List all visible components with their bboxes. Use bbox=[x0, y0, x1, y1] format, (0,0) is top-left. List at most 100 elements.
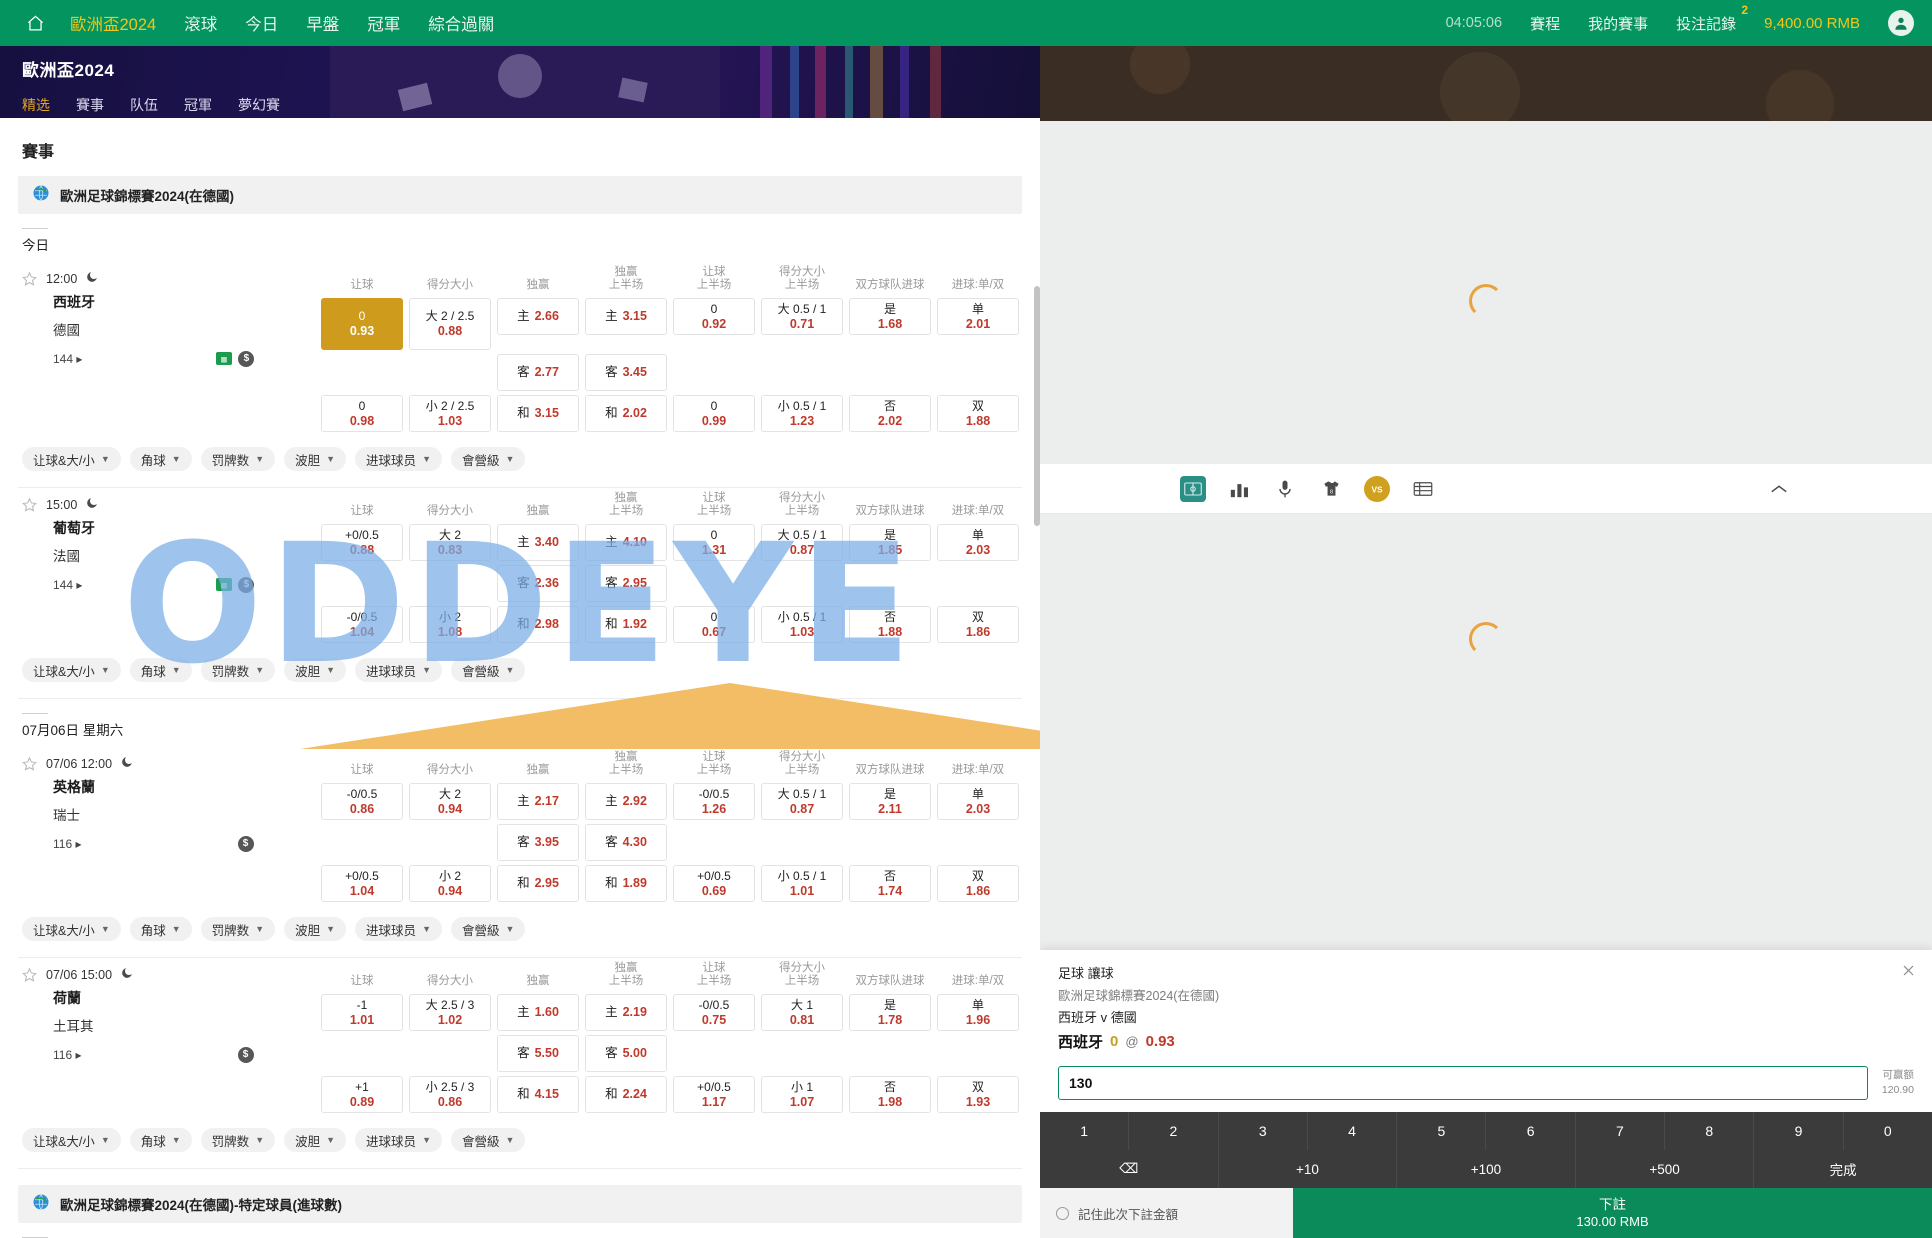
away-team-name[interactable]: 法國 bbox=[22, 541, 318, 568]
key-0[interactable]: 0 bbox=[1844, 1112, 1932, 1150]
odds-button[interactable]: 是 1.85 bbox=[849, 524, 931, 561]
more-markets-count[interactable]: 116 ▸ bbox=[53, 837, 82, 851]
filter-chip-corners[interactable]: 角球 ▼ bbox=[129, 1128, 192, 1152]
odds-button[interactable]: 0 0.92 bbox=[673, 298, 755, 335]
cashout-icon[interactable]: $ bbox=[238, 576, 255, 593]
banner-tab-events[interactable]: 賽事 bbox=[76, 95, 104, 115]
odds-button[interactable]: 0 0.99 bbox=[673, 395, 755, 432]
banner-tab-featured[interactable]: 精选 bbox=[22, 95, 50, 115]
done-key[interactable]: 完成 bbox=[1754, 1150, 1932, 1188]
odds-button[interactable]: 主 2.66 bbox=[497, 298, 579, 335]
filter-chip-correct-score[interactable]: 波胆 ▼ bbox=[284, 447, 347, 471]
home-team-name[interactable]: 葡萄牙 bbox=[22, 514, 318, 541]
odds-button[interactable]: 大 2 / 2.5 0.88 bbox=[409, 298, 491, 350]
nav-link-euro2024[interactable]: 歐洲盃2024 bbox=[70, 11, 156, 35]
more-markets-count[interactable]: 144 ▸ bbox=[53, 352, 82, 366]
filter-chip-goalscorer[interactable]: 进球球员 ▼ bbox=[355, 917, 442, 941]
plus-100-key[interactable]: +100 bbox=[1397, 1150, 1576, 1188]
lineup-icon[interactable] bbox=[1410, 476, 1436, 502]
remember-stake-toggle[interactable]: 記住此次下註金額 bbox=[1040, 1188, 1293, 1238]
scrollbar-thumb[interactable] bbox=[1034, 286, 1040, 526]
odds-button[interactable]: -1 1.01 bbox=[321, 994, 403, 1031]
odds-button[interactable]: 单 2.03 bbox=[937, 524, 1019, 561]
key-5[interactable]: 5 bbox=[1397, 1112, 1487, 1150]
cashout-icon[interactable]: $ bbox=[238, 350, 255, 367]
odds-button[interactable]: 小 2 0.94 bbox=[409, 865, 491, 902]
place-bet-button[interactable]: 下註 130.00 RMB bbox=[1293, 1188, 1932, 1238]
filter-chip-cards[interactable]: 罚牌数 ▼ bbox=[200, 658, 276, 682]
more-markets-count[interactable]: 144 ▸ bbox=[53, 578, 82, 592]
odds-button[interactable]: 客 2.95 bbox=[585, 565, 667, 602]
key-6[interactable]: 6 bbox=[1486, 1112, 1576, 1150]
key-1[interactable]: 1 bbox=[1040, 1112, 1130, 1150]
odds-button[interactable]: 和 1.89 bbox=[585, 865, 667, 902]
plus-500-key[interactable]: +500 bbox=[1576, 1150, 1755, 1188]
home-team-name[interactable]: 英格蘭 bbox=[22, 773, 318, 800]
home-team-name[interactable]: 荷蘭 bbox=[22, 984, 318, 1011]
odds-button[interactable]: 大 2 0.83 bbox=[409, 524, 491, 561]
league-header[interactable]: 歐洲足球錦標賽2024(在德國) bbox=[18, 176, 1022, 214]
radio-icon[interactable] bbox=[1056, 1206, 1069, 1220]
filter-chip-cards[interactable]: 罚牌数 ▼ bbox=[200, 447, 276, 471]
odds-button[interactable]: 双 1.86 bbox=[937, 865, 1019, 902]
odds-button[interactable]: 和 1.92 bbox=[585, 606, 667, 643]
key-4[interactable]: 4 bbox=[1308, 1112, 1398, 1150]
odds-button[interactable]: 大 2.5 / 3 1.02 bbox=[409, 994, 491, 1031]
filter-chip-membership[interactable]: 會營級 ▼ bbox=[450, 917, 526, 941]
banner-tab-fantasy[interactable]: 夢幻賽 bbox=[238, 95, 280, 115]
odds-button[interactable]: 单 2.03 bbox=[937, 783, 1019, 820]
favorite-star-icon[interactable] bbox=[22, 967, 37, 982]
filter-chip-handicap-total[interactable]: 让球&大/小 ▼ bbox=[22, 1128, 121, 1152]
filter-chip-goalscorer[interactable]: 进球球员 ▼ bbox=[355, 1128, 442, 1152]
favorite-star-icon[interactable] bbox=[22, 271, 37, 286]
odds-button[interactable]: -0/0.5 1.26 bbox=[673, 783, 755, 820]
odds-button[interactable]: 和 2.95 bbox=[497, 865, 579, 902]
odds-button[interactable]: 否 1.74 bbox=[849, 865, 931, 902]
odds-button[interactable]: 和 2.98 bbox=[497, 606, 579, 643]
odds-button[interactable]: 主 1.60 bbox=[497, 994, 579, 1031]
backspace-key[interactable]: ⌫ bbox=[1040, 1150, 1219, 1188]
filter-chip-goalscorer[interactable]: 进球球员 ▼ bbox=[355, 658, 442, 682]
filter-chip-correct-score[interactable]: 波胆 ▼ bbox=[284, 658, 347, 682]
odds-button[interactable]: 和 4.15 bbox=[497, 1076, 579, 1113]
odds-button[interactable]: 大 0.5 / 1 0.87 bbox=[761, 783, 843, 820]
odds-button[interactable]: 大 2 0.94 bbox=[409, 783, 491, 820]
user-avatar-icon[interactable] bbox=[1888, 10, 1914, 36]
odds-button[interactable]: 主 2.19 bbox=[585, 994, 667, 1031]
stats-bars-icon[interactable] bbox=[1226, 476, 1252, 502]
odds-button[interactable]: 主 2.17 bbox=[497, 783, 579, 820]
nav-link-parlay[interactable]: 綜合過關 bbox=[428, 11, 494, 35]
odds-button[interactable]: 小 2.5 / 3 0.86 bbox=[409, 1076, 491, 1113]
cashout-icon[interactable]: $ bbox=[237, 835, 254, 852]
live-tv-icon[interactable]: ▦ bbox=[216, 352, 233, 365]
odds-button[interactable]: +0/0.5 0.69 bbox=[673, 865, 755, 902]
banner-tab-outright[interactable]: 冠軍 bbox=[184, 95, 212, 115]
odds-button[interactable]: 小 0.5 / 1 1.23 bbox=[761, 395, 843, 432]
filter-chip-correct-score[interactable]: 波胆 ▼ bbox=[284, 917, 347, 941]
key-7[interactable]: 7 bbox=[1576, 1112, 1666, 1150]
nav-link-live[interactable]: 滾球 bbox=[184, 11, 217, 35]
odds-button[interactable]: +0/0.5 1.04 bbox=[321, 865, 403, 902]
away-team-name[interactable]: 土耳其 bbox=[22, 1011, 318, 1038]
filter-chip-correct-score[interactable]: 波胆 ▼ bbox=[284, 1128, 347, 1152]
odds-button[interactable]: 0 0.67 bbox=[673, 606, 755, 643]
close-icon[interactable] bbox=[1901, 963, 1916, 978]
filter-chip-goalscorer[interactable]: 进球球员 ▼ bbox=[355, 447, 442, 471]
odds-button[interactable]: +1 0.89 bbox=[321, 1076, 403, 1113]
odds-button[interactable]: 否 2.02 bbox=[849, 395, 931, 432]
away-team-name[interactable]: 德國 bbox=[22, 315, 318, 342]
odds-button[interactable]: 0 0.98 bbox=[321, 395, 403, 432]
odds-button[interactable]: 单 2.01 bbox=[937, 298, 1019, 335]
odds-button[interactable]: 否 1.98 bbox=[849, 1076, 931, 1113]
odds-button[interactable]: 双 1.86 bbox=[937, 606, 1019, 643]
filter-chip-corners[interactable]: 角球 ▼ bbox=[129, 447, 192, 471]
odds-button[interactable]: 客 5.00 bbox=[585, 1035, 667, 1072]
vs-icon[interactable]: VS bbox=[1364, 475, 1390, 502]
odds-button[interactable]: 客 2.36 bbox=[497, 565, 579, 602]
odds-button[interactable]: 客 2.77 bbox=[497, 354, 579, 391]
key-9[interactable]: 9 bbox=[1754, 1112, 1844, 1150]
filter-chip-membership[interactable]: 會營級 ▼ bbox=[450, 1128, 526, 1152]
nav-link-today[interactable]: 今日 bbox=[245, 11, 278, 35]
odds-button[interactable]: 大 0.5 / 1 0.71 bbox=[761, 298, 843, 335]
odds-button[interactable]: 大 1 0.81 bbox=[761, 994, 843, 1031]
